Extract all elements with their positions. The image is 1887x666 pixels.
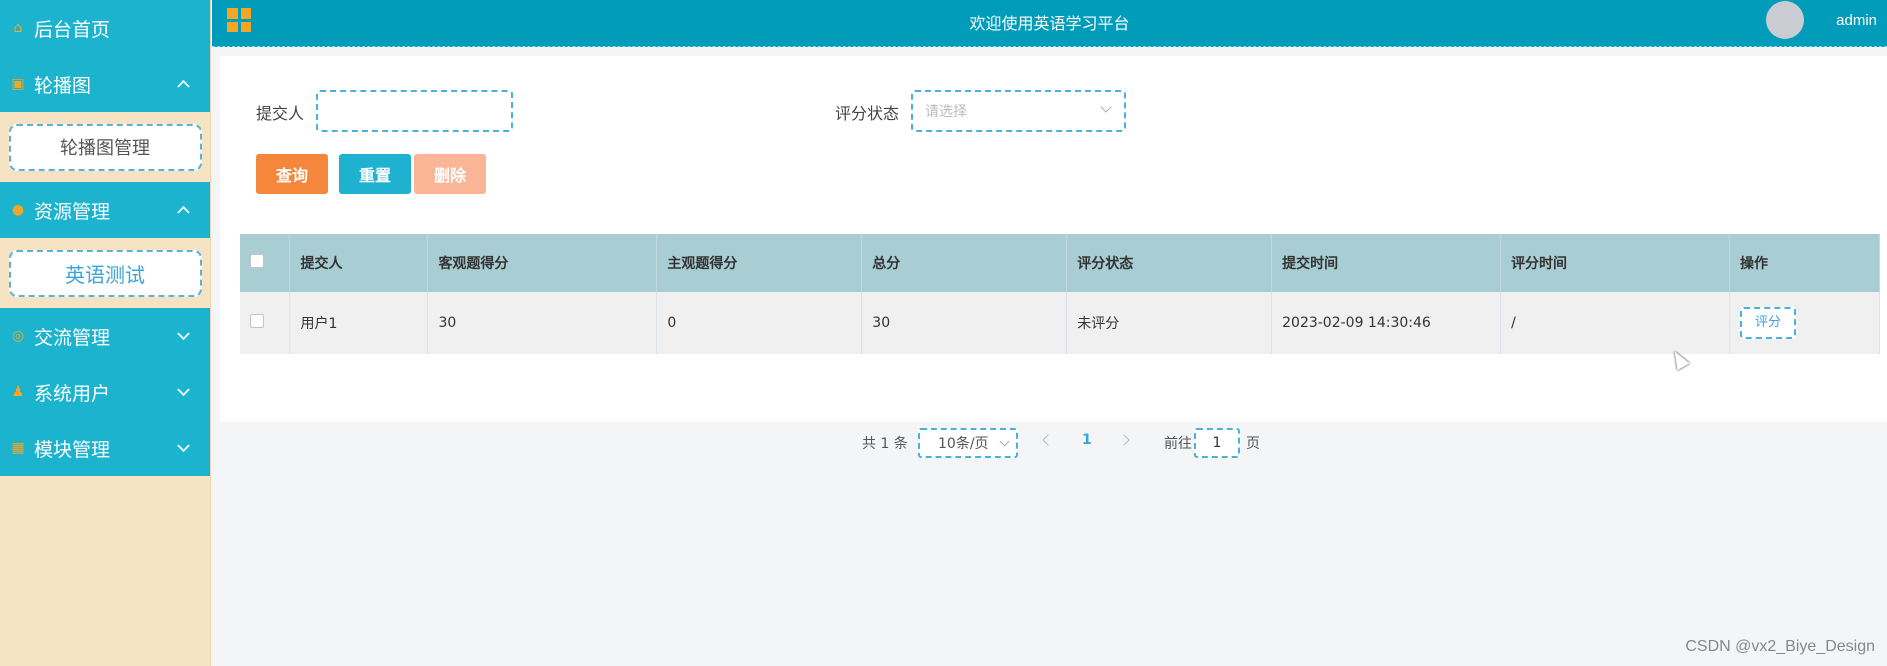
pin-icon: ●	[11, 202, 25, 218]
select-all-checkbox[interactable]	[250, 254, 264, 268]
page-title: 欢迎使用英语学习平台	[969, 14, 1130, 33]
main-panel: 提交人 评分状态 请选择 查询 重置 删除 提交人 客观题得分 主观题得分 总分…	[220, 56, 1887, 458]
cell-total: 30	[861, 292, 1068, 354]
column-header: 客观题得分	[427, 234, 658, 292]
sidebar-item-label: 后台首页	[34, 18, 111, 41]
user-icon: ♟	[11, 384, 25, 400]
chevron-down-icon	[177, 439, 190, 453]
column-header: 提交人	[289, 234, 429, 292]
column-header-sortable[interactable]: 评分时间	[1500, 234, 1730, 292]
cell-status: 未评分	[1066, 292, 1273, 354]
chevron-down-icon	[177, 327, 190, 341]
image-icon: ▣	[11, 76, 25, 92]
sidebar: ⌂ 后台首页 ▣ 轮播图 轮播图管理 ● 资源管理 英语测试 ◎ 交流管理 ♟ …	[0, 0, 211, 666]
cell-rate-time: /	[1500, 292, 1730, 354]
sidebar-item-home[interactable]: ⌂ 后台首页	[0, 0, 210, 56]
cell-submitter: 用户1	[289, 292, 429, 354]
cell-objective-score: 30	[427, 292, 658, 354]
submitter-input[interactable]	[316, 90, 513, 132]
sidebar-subitem-carousel-manage[interactable]: 轮播图管理	[8, 123, 202, 171]
query-button[interactable]: 查询	[256, 154, 328, 194]
page-size-select[interactable]: 10条/页	[918, 428, 1018, 458]
submitter-label: 提交人	[256, 104, 305, 123]
sidebar-item-resources[interactable]: ● 资源管理	[0, 182, 210, 238]
goto-label: 前往	[1164, 436, 1192, 452]
column-header: 评分状态	[1066, 234, 1273, 292]
sidebar-item-label: 模块管理	[34, 438, 111, 461]
sidebar-item-communication[interactable]: ◎ 交流管理	[0, 308, 210, 364]
submenu-resources: 英语测试	[0, 238, 210, 308]
page-number-current[interactable]: 1	[1082, 432, 1092, 448]
chevron-down-icon	[999, 436, 1010, 447]
watermark: CSDN @vx2_Biye_Design	[1685, 638, 1875, 655]
status-label: 评分状态	[835, 104, 900, 123]
chevron-down-icon	[177, 383, 190, 397]
cell-subjective-score: 0	[656, 292, 863, 354]
page-suffix: 页	[1246, 436, 1260, 452]
sidebar-item-modules[interactable]: ▦ 模块管理	[0, 420, 210, 476]
chat-icon: ◎	[11, 328, 25, 344]
cell-action: 评分	[1729, 292, 1881, 354]
sidebar-item-label: 交流管理	[34, 326, 111, 349]
sidebar-item-label: 系统用户	[34, 382, 111, 405]
column-header: 操作	[1729, 234, 1881, 292]
pagination-total: 共 1 条	[862, 436, 908, 452]
next-page-icon[interactable]	[1118, 434, 1130, 446]
grid-icon: ▦	[11, 440, 25, 456]
table-row: 用户1 30 0 30 未评分 2023-02-09 14:30:46 / 评分	[240, 292, 1881, 354]
table-header-row: 提交人 客观题得分 主观题得分 总分 评分状态 提交时间 评分时间 操作	[240, 234, 1881, 292]
chevron-down-icon	[1100, 101, 1112, 113]
sidebar-subitem-english-test[interactable]: 英语测试	[8, 249, 202, 297]
submenu-carousel: 轮播图管理	[0, 112, 210, 182]
avatar[interactable]	[1766, 1, 1804, 39]
top-header: 欢迎使用英语学习平台 admin	[212, 0, 1887, 47]
reset-button[interactable]: 重置	[339, 154, 411, 194]
prev-page-icon[interactable]	[1042, 434, 1054, 446]
cell-submit-time: 2023-02-09 14:30:46	[1271, 292, 1502, 354]
chevron-up-icon	[177, 79, 190, 93]
column-header: 主观题得分	[656, 234, 863, 292]
delete-button[interactable]: 删除	[414, 154, 486, 194]
row-checkbox[interactable]	[250, 314, 264, 328]
column-header: 总分	[861, 234, 1068, 292]
results-table: 提交人 客观题得分 主观题得分 总分 评分状态 提交时间 评分时间 操作 用户1…	[240, 234, 1881, 354]
goto-page-input[interactable]: 1	[1194, 428, 1240, 458]
status-select-placeholder: 请选择	[925, 104, 967, 120]
sidebar-item-label: 资源管理	[34, 200, 111, 223]
row-select-cell	[240, 292, 291, 354]
home-icon: ⌂	[13, 20, 23, 36]
sidebar-item-system-users[interactable]: ♟ 系统用户	[0, 364, 210, 420]
username[interactable]: admin	[1836, 12, 1877, 29]
status-select[interactable]: 请选择	[911, 90, 1126, 132]
page-size-value: 10条/页	[938, 436, 989, 452]
rate-button[interactable]: 评分	[1739, 307, 1796, 339]
sidebar-item-label: 轮播图	[34, 74, 92, 97]
sidebar-item-carousel[interactable]: ▣ 轮播图	[0, 56, 210, 112]
select-all-cell	[240, 234, 291, 292]
chevron-up-icon	[177, 205, 190, 219]
column-header-sortable[interactable]: 提交时间	[1271, 234, 1502, 292]
